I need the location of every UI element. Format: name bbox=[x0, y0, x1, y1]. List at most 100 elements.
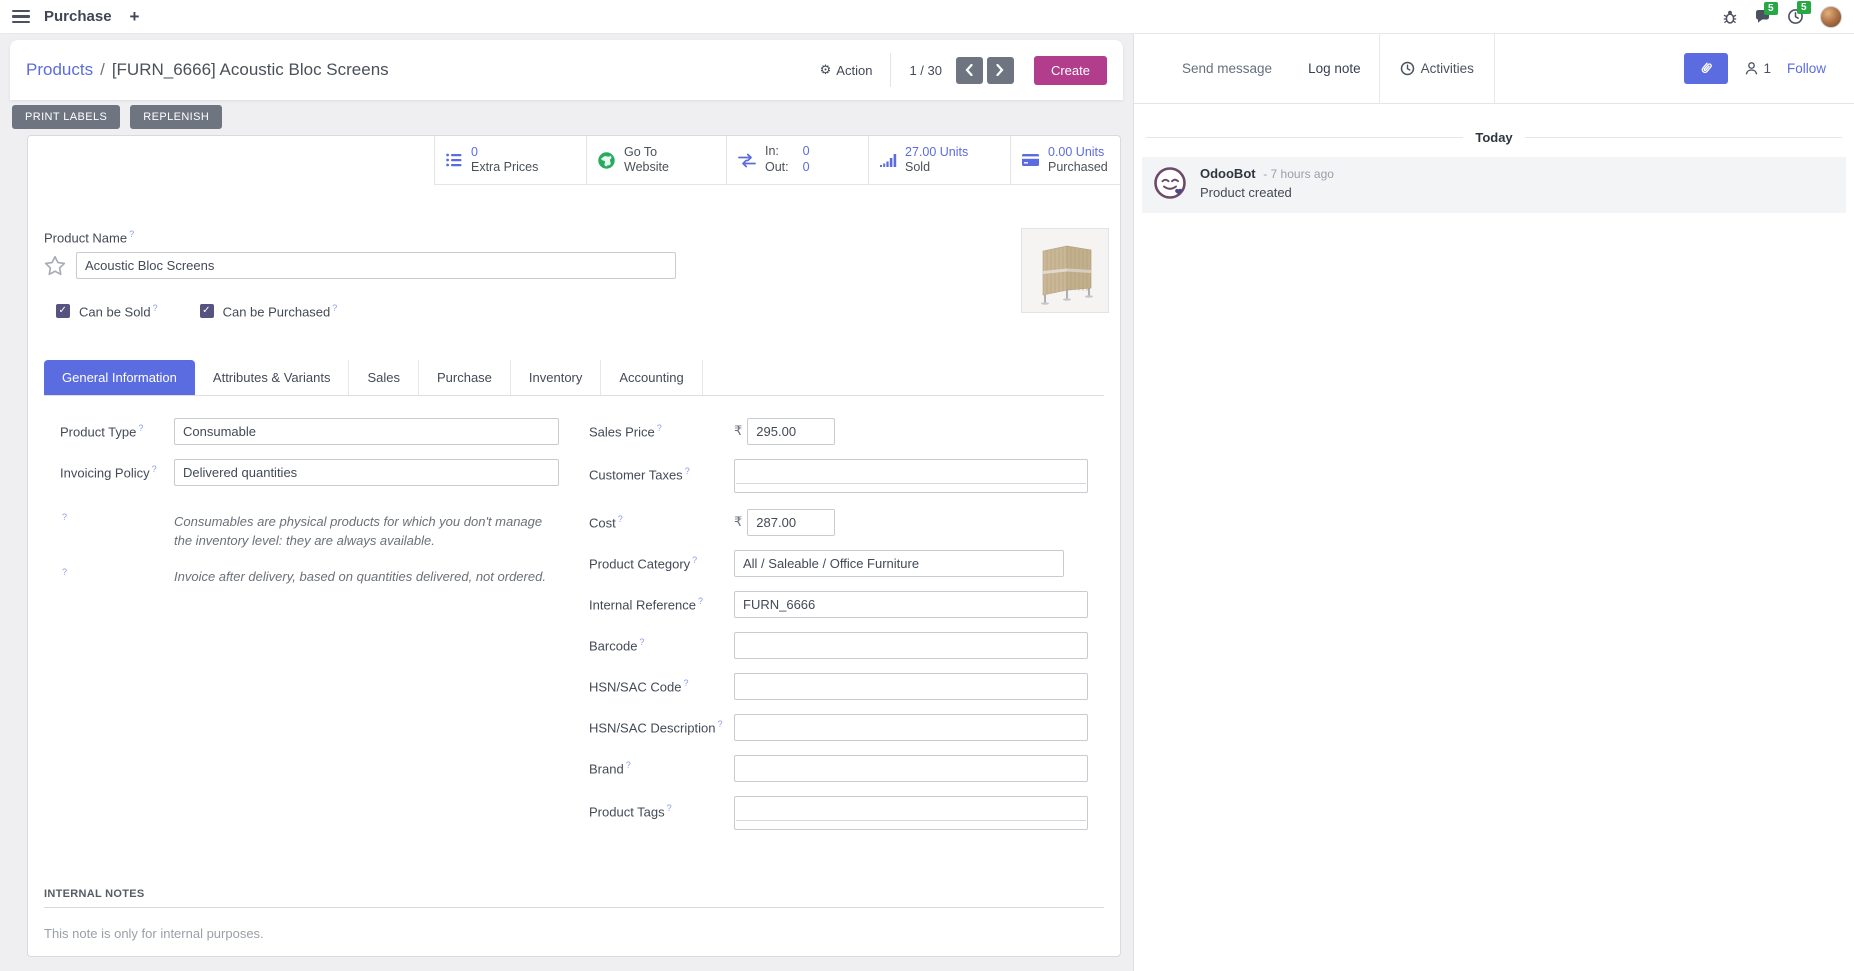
hsn-sac-code-input[interactable] bbox=[734, 673, 1088, 700]
debug-bug-icon[interactable] bbox=[1722, 9, 1738, 25]
messages-icon[interactable]: 5 bbox=[1754, 9, 1771, 25]
pager-previous-button[interactable] bbox=[956, 57, 983, 84]
brand-input[interactable] bbox=[734, 755, 1088, 782]
pager-next-button[interactable] bbox=[987, 57, 1014, 84]
create-button[interactable]: Create bbox=[1034, 56, 1107, 85]
help-icon[interactable]: ? bbox=[717, 719, 722, 729]
person-icon bbox=[1744, 61, 1759, 76]
replenish-button[interactable]: REPLENISH bbox=[130, 105, 222, 129]
help-icon[interactable]: ? bbox=[618, 514, 623, 524]
log-note-button[interactable]: Log note bbox=[1290, 61, 1379, 76]
help-icon[interactable]: ? bbox=[129, 229, 134, 239]
breadcrumb: Products / [FURN_6666] Acoustic Bloc Scr… bbox=[26, 60, 389, 80]
product-category-input[interactable] bbox=[734, 550, 1064, 577]
product-type-input[interactable] bbox=[174, 418, 559, 445]
customer-taxes-label: Customer Taxes? bbox=[589, 459, 734, 482]
help-icon[interactable]: ? bbox=[657, 423, 662, 433]
chatter-panel: Send message Log note Activities 1 Follo… bbox=[1133, 34, 1854, 971]
help-icon[interactable]: ? bbox=[685, 466, 690, 476]
internal-notes-heading: INTERNAL NOTES bbox=[44, 888, 1104, 908]
tab-accounting[interactable]: Accounting bbox=[601, 360, 702, 395]
internal-reference-input[interactable] bbox=[734, 591, 1088, 618]
tab-attributes-variants[interactable]: Attributes & Variants bbox=[195, 360, 350, 395]
follow-button[interactable]: Follow bbox=[1787, 61, 1834, 76]
favorite-star-icon[interactable] bbox=[44, 255, 66, 276]
breadcrumb-current: [FURN_6666] Acoustic Bloc Screens bbox=[112, 60, 389, 80]
app-name[interactable]: Purchase bbox=[44, 8, 112, 25]
customer-taxes-input[interactable] bbox=[734, 459, 1088, 493]
form-pane: Products / [FURN_6666] Acoustic Bloc Scr… bbox=[0, 34, 1133, 971]
help-icon[interactable]: ? bbox=[332, 303, 337, 313]
tab-purchase[interactable]: Purchase bbox=[419, 360, 511, 395]
barcode-input[interactable] bbox=[734, 632, 1088, 659]
tab-inventory[interactable]: Inventory bbox=[511, 360, 601, 395]
header-button-row: PRINT LABELS REPLENISH bbox=[0, 100, 1133, 135]
help-icon[interactable]: ? bbox=[62, 512, 67, 522]
tab-sales[interactable]: Sales bbox=[349, 360, 419, 395]
help-icon[interactable]: ? bbox=[153, 303, 158, 313]
new-tab-plus-icon[interactable]: + bbox=[126, 7, 144, 27]
product-name-input[interactable] bbox=[76, 252, 676, 279]
help-icon[interactable]: ? bbox=[639, 637, 644, 647]
hsn-sac-code-label: HSN/SAC Code? bbox=[589, 678, 734, 694]
odoobot-avatar bbox=[1152, 165, 1188, 201]
stat-button-box: 0 Extra Prices Go To Website bbox=[434, 136, 1120, 185]
activities-count-badge: 5 bbox=[1797, 1, 1811, 14]
help-icon[interactable]: ? bbox=[683, 678, 688, 688]
invoicing-policy-input[interactable] bbox=[174, 459, 559, 486]
checkbox-checked-icon bbox=[200, 304, 214, 318]
print-labels-button[interactable]: PRINT LABELS bbox=[12, 105, 120, 129]
can-be-purchased-checkbox[interactable]: Can be Purchased? bbox=[200, 303, 338, 319]
followers-button[interactable]: 1 bbox=[1744, 61, 1771, 76]
send-message-button[interactable]: Send message bbox=[1164, 61, 1290, 76]
stat-units-purchased[interactable]: 0.00 Units Purchased bbox=[1010, 136, 1120, 184]
product-category-label: Product Category? bbox=[589, 555, 734, 571]
product-tags-input[interactable] bbox=[734, 796, 1088, 830]
paperclip-icon bbox=[1698, 60, 1714, 77]
chevron-right-icon bbox=[996, 64, 1004, 76]
sales-price-input[interactable] bbox=[747, 418, 835, 445]
help-icon[interactable]: ? bbox=[626, 760, 631, 770]
bar-chart-icon bbox=[879, 153, 897, 168]
can-be-sold-checkbox[interactable]: Can be Sold? bbox=[56, 303, 158, 319]
chatter-message[interactable]: OdooBot - 7 hours ago Product created bbox=[1142, 157, 1846, 213]
message-author[interactable]: OdooBot bbox=[1200, 166, 1256, 181]
message-body: Product created bbox=[1200, 184, 1334, 203]
help-icon[interactable]: ? bbox=[667, 803, 672, 813]
cost-label: Cost? bbox=[589, 514, 734, 530]
pricelist-icon bbox=[445, 152, 463, 168]
notebook-tabs: General Information Attributes & Variant… bbox=[44, 360, 1104, 396]
chatter-toolbar: Send message Log note Activities 1 Follo… bbox=[1134, 34, 1854, 104]
schedule-activity-button[interactable]: Activities bbox=[1379, 34, 1495, 104]
attach-files-button[interactable] bbox=[1684, 53, 1728, 84]
general-left-column: Product Type? Invoicing Policy? ? Consum… bbox=[60, 418, 559, 844]
help-icon[interactable]: ? bbox=[152, 464, 157, 474]
breadcrumb-products-link[interactable]: Products bbox=[26, 60, 93, 80]
date-divider: Today bbox=[1142, 130, 1846, 145]
date-divider-label: Today bbox=[1475, 130, 1512, 145]
pager-counter: 1 / 30 bbox=[909, 63, 942, 78]
apps-menu-icon[interactable] bbox=[12, 10, 30, 24]
breadcrumb-separator: / bbox=[100, 60, 105, 80]
help-icon[interactable]: ? bbox=[138, 423, 143, 433]
form-sheet: 0 Extra Prices Go To Website bbox=[27, 135, 1121, 957]
internal-notes-placeholder[interactable]: This note is only for internal purposes. bbox=[44, 926, 1104, 941]
hsn-sac-description-input[interactable] bbox=[734, 714, 1088, 741]
stat-in-out[interactable]: In: 0 Out: 0 bbox=[726, 136, 868, 184]
chevron-left-icon bbox=[965, 64, 973, 76]
checkbox-checked-icon bbox=[56, 304, 70, 318]
clock-icon bbox=[1400, 61, 1415, 76]
help-icon[interactable]: ? bbox=[698, 596, 703, 606]
stat-extra-prices[interactable]: 0 Extra Prices bbox=[434, 136, 586, 184]
stat-units-sold[interactable]: 27.00 Units Sold bbox=[868, 136, 1010, 184]
user-avatar[interactable] bbox=[1820, 6, 1842, 28]
activities-clock-icon[interactable]: 5 bbox=[1787, 8, 1804, 25]
help-icon[interactable]: ? bbox=[62, 567, 67, 577]
help-icon[interactable]: ? bbox=[692, 555, 697, 565]
top-navbar: Purchase + 5 5 bbox=[0, 0, 1854, 34]
tab-general-information[interactable]: General Information bbox=[44, 360, 195, 395]
stat-go-to-website[interactable]: Go To Website bbox=[586, 136, 726, 184]
credit-card-icon bbox=[1021, 153, 1040, 167]
cost-input[interactable] bbox=[747, 509, 835, 536]
action-menu-button[interactable]: ⚙ Action bbox=[802, 62, 891, 78]
